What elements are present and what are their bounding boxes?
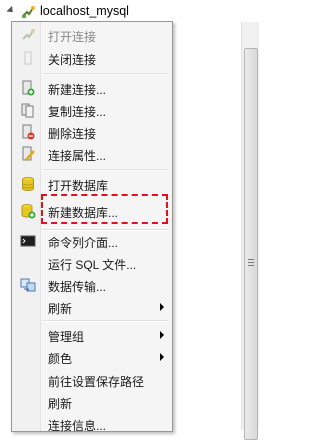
menu-item-label: 连接属性... bbox=[48, 149, 107, 163]
connection-properties-icon bbox=[22, 146, 35, 161]
menu-item-go-to-save-path[interactable]: 前往设置保存路径 bbox=[12, 369, 172, 391]
context-menu: 打开连接 关闭连接 新建连接... 复制连接... 删除连接 连接属性... 打… bbox=[11, 21, 173, 435]
highlight-annotation bbox=[41, 194, 168, 224]
menu-item-label: 命令列介面... bbox=[48, 236, 119, 250]
menu-item-label: 刷新 bbox=[48, 397, 73, 411]
menu-item-console[interactable]: 命令列介面... bbox=[12, 230, 172, 252]
grip-line bbox=[248, 262, 254, 263]
submenu-arrow-icon bbox=[160, 303, 164, 311]
menu-item-delete-connection[interactable]: 删除连接 bbox=[12, 121, 172, 143]
data-transfer-icon bbox=[20, 278, 36, 292]
menu-item-label: 前往设置保存路径 bbox=[48, 375, 145, 389]
menu-item-label: 关闭连接 bbox=[48, 53, 97, 67]
new-connection-icon bbox=[22, 80, 35, 96]
expand-arrow-icon[interactable] bbox=[6, 5, 16, 16]
menu-separator bbox=[42, 320, 168, 322]
grip-line bbox=[248, 265, 254, 266]
new-database-icon bbox=[21, 204, 36, 219]
menu-item-label: 连接信息... bbox=[48, 419, 107, 433]
grip-line bbox=[248, 259, 254, 260]
delete-connection-icon bbox=[22, 124, 35, 140]
menu-item-label: 新建连接... bbox=[48, 83, 107, 97]
menu-item-label: 数据传输... bbox=[48, 280, 107, 294]
menu-item-new-connection[interactable]: 新建连接... bbox=[12, 77, 172, 99]
menu-item-label: 打开数据库 bbox=[48, 179, 109, 193]
menu-item-connection-properties[interactable]: 连接属性... bbox=[12, 143, 172, 165]
menu-separator bbox=[42, 73, 168, 75]
menu-item-open-database[interactable]: 打开数据库 bbox=[12, 173, 172, 195]
menu-item-connection-info[interactable]: 连接信息... bbox=[12, 413, 172, 435]
menu-item-open-connection[interactable]: 打开连接 bbox=[12, 24, 172, 46]
menu-item-data-transfer[interactable]: 数据传输... bbox=[12, 274, 172, 296]
menu-item-label: 运行 SQL 文件... bbox=[48, 258, 137, 272]
menu-item-run-sql-file[interactable]: 运行 SQL 文件... bbox=[12, 252, 172, 274]
vertical-scrollbar[interactable] bbox=[241, 22, 259, 440]
connection-name: localhost_mysql bbox=[40, 4, 129, 18]
menu-item-label: 颜色 bbox=[48, 352, 73, 366]
menu-item-label: 刷新 bbox=[48, 302, 73, 316]
menu-item-color[interactable]: 颜色 bbox=[12, 346, 172, 368]
copy-connection-icon bbox=[21, 103, 34, 118]
connection-icon bbox=[22, 6, 35, 18]
menu-separator bbox=[42, 169, 168, 171]
menu-item-close-connection[interactable]: 关闭连接 bbox=[12, 47, 172, 69]
menu-item-manage-group[interactable]: 管理组 bbox=[12, 324, 172, 346]
menu-item-label: 打开连接 bbox=[48, 30, 97, 44]
menu-item-label: 管理组 bbox=[48, 330, 85, 344]
close-connection-icon bbox=[24, 51, 32, 65]
menu-item-label: 复制连接... bbox=[48, 105, 107, 119]
menu-item-copy-connection[interactable]: 复制连接... bbox=[12, 99, 172, 121]
open-database-icon bbox=[22, 177, 34, 191]
submenu-arrow-icon bbox=[160, 331, 164, 339]
scrollbar-thumb[interactable] bbox=[244, 48, 258, 440]
connection-tree-node[interactable]: localhost_mysql bbox=[0, 0, 259, 22]
submenu-arrow-icon bbox=[160, 353, 164, 361]
console-icon bbox=[20, 235, 36, 247]
open-connection-icon bbox=[22, 29, 35, 40]
menu-item-refresh-submenu[interactable]: 刷新 bbox=[12, 296, 172, 318]
menu-item-refresh[interactable]: 刷新 bbox=[12, 391, 172, 413]
menu-item-label: 删除连接 bbox=[48, 127, 97, 141]
